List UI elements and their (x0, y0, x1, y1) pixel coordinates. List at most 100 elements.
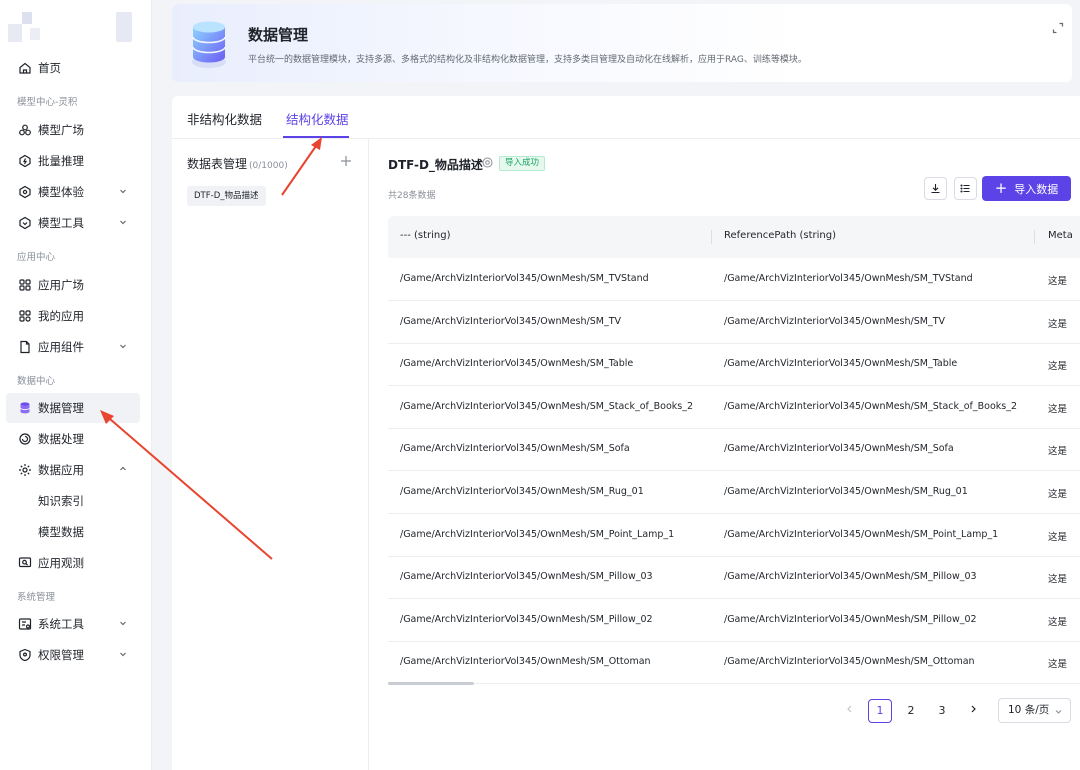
table-cell: /Game/ArchVizInteriorVol345/OwnMesh/SM_T… (724, 273, 973, 284)
chevron-down-icon (120, 344, 126, 349)
page-description: 平台统一的数据管理模块，支持多源、多格式的结构化及非结构化数据管理，支持多类目管… (248, 55, 807, 65)
sidebar-item-data-management[interactable]: 数据管理 (6, 393, 140, 423)
expand-icon[interactable] (1052, 22, 1064, 34)
home-icon (18, 61, 32, 75)
page-button-3[interactable]: 3 (930, 699, 954, 723)
app-observation-icon (18, 556, 32, 570)
table-row: /Game/ArchVizInteriorVol345/OwnMesh/SM_T… (388, 301, 1080, 344)
sidebar-item-app-square[interactable]: 应用广场 (6, 270, 140, 300)
chevron-up-icon (120, 466, 126, 471)
table-row: /Game/ArchVizInteriorVol345/OwnMesh/SM_T… (388, 343, 1080, 387)
sidebar-item-label: 模型体验 (38, 185, 84, 199)
sidebar-item-model-experience[interactable]: 模型体验 (6, 177, 140, 207)
sidebar-item-home[interactable]: 首页 (6, 53, 140, 83)
page-button-2[interactable]: 2 (899, 699, 923, 723)
table-cell: /Game/ArchVizInteriorVol345/OwnMesh/SM_T… (400, 358, 634, 370)
table-row: /Game/ArchVizInteriorVol345/OwnMesh/SM_O… (388, 641, 1080, 685)
table-cell: /Game/ArchVizInteriorVol345/OwnMesh/SM_T… (724, 358, 958, 370)
table-cell: /Game/ArchVizInteriorVol345/OwnMesh/SM_P… (400, 613, 653, 625)
data-type-tabs: 非结构化数据 结构化数据 (172, 96, 1080, 139)
import-data-label: 导入数据 (1014, 182, 1059, 196)
table-row: /Game/ArchVizInteriorVol345/OwnMesh/SM_P… (388, 599, 1080, 642)
data-table-count: (0/1000) (249, 161, 288, 171)
list-icon (960, 184, 970, 193)
page-button-1[interactable]: 1 (868, 699, 892, 723)
data-table-management-label: 数据表管理 (187, 157, 248, 171)
next-page-button[interactable] (961, 699, 985, 723)
logo (8, 12, 132, 42)
sidebar: 首页 模型中心-灵积 模型广场 批量推理 模型体验 模型工具 应用中心 应用广场 (0, 0, 152, 770)
database-illustration-icon (192, 21, 226, 68)
sidebar-subitem-knowledge-index[interactable]: 知识索引 (6, 486, 140, 516)
table-cell: 这是 (1048, 276, 1068, 287)
sidebar-section-app-center: 应用中心 (17, 252, 56, 263)
tab-unstructured-data[interactable]: 非结构化数据 (187, 109, 262, 128)
page-size-value: 10 条/页 (1008, 704, 1050, 716)
table-cell: /Game/ArchVizInteriorVol345/OwnMesh/SM_P… (724, 613, 977, 625)
table-name: DTF-D_物品描述 (388, 158, 483, 172)
sidebar-item-label: 模型工具 (38, 216, 84, 230)
table-row: /Game/ArchVizInteriorVol345/OwnMesh/SM_R… (388, 471, 1080, 514)
sidebar-item-label: 应用组件 (38, 340, 84, 354)
table-row: /Game/ArchVizInteriorVol345/OwnMesh/SM_T… (388, 258, 1080, 301)
table-cell: /Game/ArchVizInteriorVol345/OwnMesh/SM_T… (400, 315, 622, 327)
active-tab-indicator (283, 136, 349, 138)
data-table-detail-panel: DTF-D_物品描述 导入成功 共28条数据 + 导入数据 --- (strin… (370, 139, 1080, 770)
info-icon[interactable] (482, 157, 493, 168)
column-divider (711, 230, 712, 244)
prev-page-button[interactable] (838, 699, 862, 723)
sidebar-item-label: 数据应用 (38, 463, 84, 477)
download-button[interactable] (924, 177, 947, 200)
sidebar-item-batch-inference[interactable]: 批量推理 (6, 146, 140, 176)
sidebar-item-model-tools[interactable]: 模型工具 (6, 208, 140, 238)
table-row: /Game/ArchVizInteriorVol345/OwnMesh/SM_S… (388, 428, 1080, 472)
data-table-item[interactable]: DTF-D_物品描述 (187, 186, 266, 206)
sidebar-item-label: 应用广场 (38, 278, 84, 292)
download-icon (931, 184, 940, 194)
sidebar-item-label: 系统工具 (38, 617, 84, 631)
sidebar-item-data-processing[interactable]: 数据处理 (6, 424, 140, 454)
table-row: /Game/ArchVizInteriorVol345/OwnMesh/SM_P… (388, 514, 1080, 557)
data-table-management-title: 数据表管理 (0/1000) (187, 155, 288, 172)
table-cell: /Game/ArchVizInteriorVol345/OwnMesh/SM_P… (724, 571, 977, 583)
import-status-badge: 导入成功 (499, 156, 546, 171)
sidebar-item-app-components[interactable]: 应用组件 (6, 332, 140, 362)
sidebar-item-model-square[interactable]: 模型广场 (6, 115, 140, 145)
table-cell: /Game/ArchVizInteriorVol345/OwnMesh/SM_P… (724, 528, 999, 540)
table-cell: 这是 (1048, 489, 1068, 500)
horizontal-scrollbar[interactable] (388, 682, 474, 685)
my-apps-icon (18, 309, 32, 323)
table-cell: /Game/ArchVizInteriorVol345/OwnMesh/SM_S… (400, 443, 630, 455)
table-cell: 这是 (1048, 659, 1068, 671)
table-cell: 这是 (1048, 403, 1068, 415)
batch-inference-icon (18, 154, 32, 168)
model-square-icon (18, 123, 32, 137)
data-table: --- (string) ReferencePath (string) Meta… (388, 216, 1080, 685)
sidebar-item-my-apps[interactable]: 我的应用 (6, 301, 140, 331)
sidebar-item-label: 首页 (38, 61, 61, 75)
sidebar-item-permission-management[interactable]: 权限管理 (6, 640, 140, 670)
tab-structured-data[interactable]: 结构化数据 (286, 109, 349, 128)
sidebar-section-system-management: 系统管理 (17, 592, 56, 603)
page-size-select[interactable]: 10 条/页 (998, 698, 1071, 723)
table-header: --- (string) ReferencePath (string) Meta (388, 216, 1080, 258)
table-cell: 这是 (1048, 616, 1068, 628)
table-cell: 这是 (1048, 446, 1068, 458)
chevron-down-icon (1055, 710, 1062, 714)
add-table-icon[interactable] (340, 155, 352, 167)
sidebar-item-app-observation[interactable]: 应用观测 (6, 548, 140, 578)
import-data-button[interactable]: + 导入数据 (982, 176, 1071, 201)
table-row: /Game/ArchVizInteriorVol345/OwnMesh/SM_S… (388, 386, 1080, 429)
column-header: --- (string) (400, 230, 451, 241)
column-header: Meta (1048, 230, 1073, 241)
table-cell: /Game/ArchVizInteriorVol345/OwnMesh/SM_P… (400, 528, 675, 540)
column-header: ReferencePath (string) (724, 230, 837, 241)
sidebar-subitem-model-data[interactable]: 模型数据 (6, 517, 140, 547)
table-cell: /Game/ArchVizInteriorVol345/OwnMesh/SM_O… (400, 656, 651, 668)
sidebar-item-data-application[interactable]: 数据应用 (6, 455, 140, 485)
table-cell: /Game/ArchVizInteriorVol345/OwnMesh/SM_R… (400, 486, 644, 497)
record-count: 共28条数据 (388, 191, 436, 201)
sidebar-item-system-tools[interactable]: 系统工具 (6, 609, 140, 639)
table-cell: 这是 (1048, 318, 1068, 330)
column-settings-button[interactable] (954, 177, 977, 200)
